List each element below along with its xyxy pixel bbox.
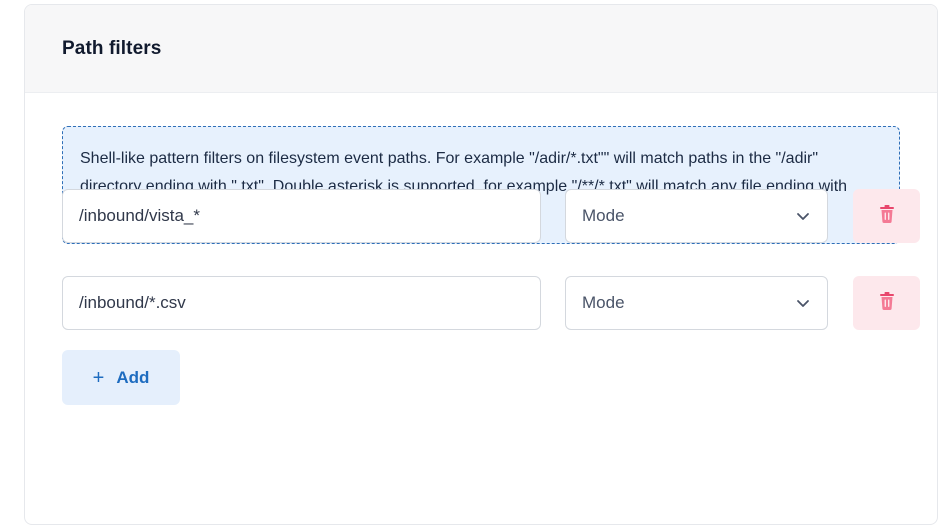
filter-row: Mode bbox=[62, 276, 922, 330]
delete-filter-button[interactable] bbox=[853, 189, 920, 243]
mode-select[interactable]: Mode bbox=[565, 189, 828, 243]
path-input[interactable] bbox=[62, 276, 541, 330]
card-title: Path filters bbox=[62, 37, 162, 59]
mode-select[interactable]: Mode bbox=[565, 276, 828, 330]
chevron-down-icon bbox=[795, 208, 811, 224]
mode-placeholder: Mode bbox=[582, 293, 625, 312]
trash-icon bbox=[878, 204, 896, 229]
plus-icon: + bbox=[92, 366, 105, 389]
delete-filter-button[interactable] bbox=[853, 276, 920, 330]
add-filter-button[interactable]: + Add bbox=[62, 350, 180, 405]
filter-row: Mode bbox=[62, 189, 922, 243]
path-filters-card: Path filters Shell-like pattern filters … bbox=[24, 4, 938, 525]
trash-icon bbox=[878, 291, 896, 316]
chevron-down-icon bbox=[795, 295, 811, 311]
add-button-label: Add bbox=[116, 367, 150, 387]
path-input[interactable] bbox=[62, 189, 541, 243]
card-header: Path filters bbox=[25, 5, 937, 93]
mode-placeholder: Mode bbox=[582, 206, 625, 225]
